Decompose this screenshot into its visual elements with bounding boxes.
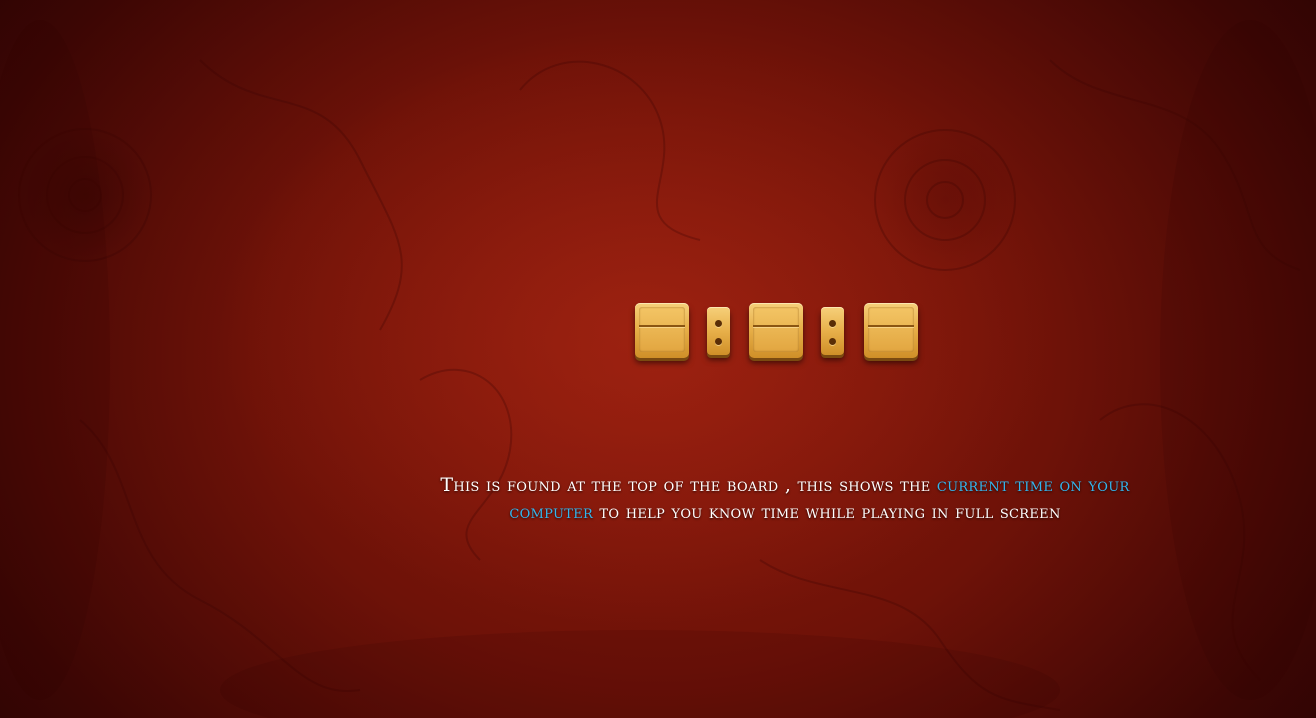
game-screen: { "theme": { "background_color": "#7a150… — [0, 0, 1316, 718]
colon-dots-icon — [707, 307, 730, 355]
caption-text-outro: to help you know time while playing in f… — [599, 501, 1061, 523]
clock-seconds-tile — [864, 303, 918, 358]
tutorial-caption: This is found at the top of the board , … — [430, 472, 1140, 526]
clock-minutes-tile — [749, 303, 803, 358]
clock-display — [635, 303, 920, 361]
clock-hours-tile — [635, 303, 689, 358]
caption-text-intro: This is found at the top of the board , … — [440, 474, 931, 496]
colon-dots-icon — [821, 307, 844, 355]
